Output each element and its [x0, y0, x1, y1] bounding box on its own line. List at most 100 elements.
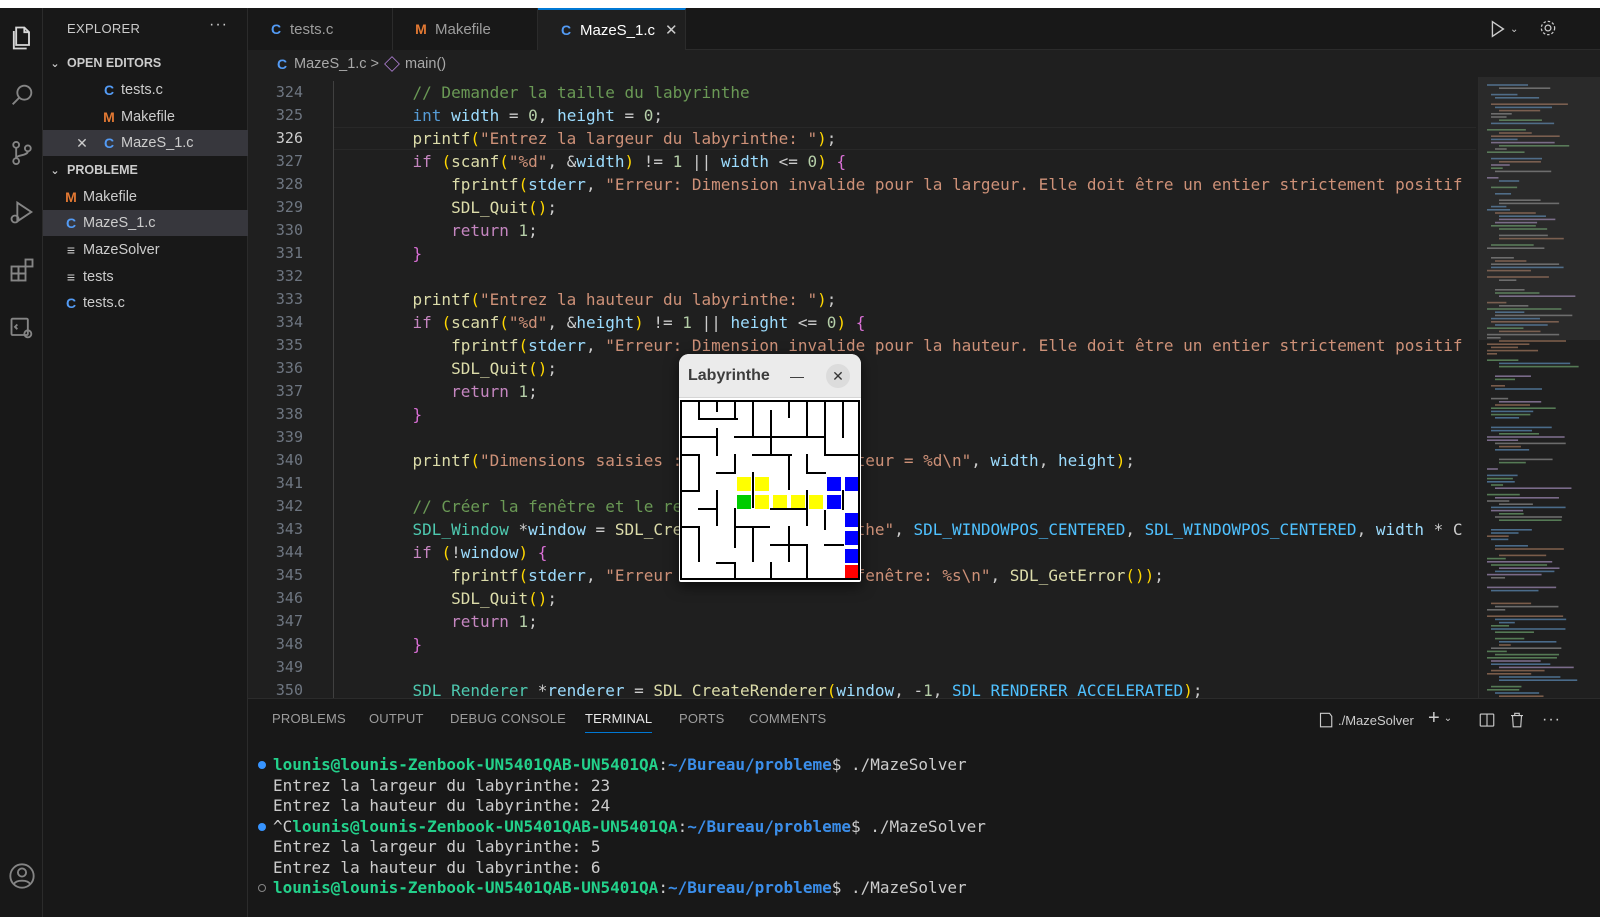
minimap-line: [1487, 561, 1553, 563]
tab-comments[interactable]: COMMENTS: [749, 711, 826, 726]
terminal-line: ^Clounis@lounis-Zenbook-UN5401QAB-UN5401…: [248, 817, 1600, 838]
tab-output[interactable]: OUTPUT: [369, 711, 424, 726]
code-editor[interactable]: 324 325 326 327 328 329 330 331 332 333 334 335 336 3…: [248, 77, 1600, 698]
close-button[interactable]: ✕: [826, 364, 850, 388]
chevron-down-icon: ⌄: [50, 164, 60, 177]
command-text: ./MazeSolver: [841, 878, 967, 897]
code-line[interactable]: SDL_Quit();: [374, 357, 1479, 380]
folder-section[interactable]: ⌄ PROBLEME: [43, 159, 248, 181]
extensions-icon[interactable]: [0, 250, 43, 290]
code-line[interactable]: SDL_Quit();: [374, 587, 1479, 610]
code-line[interactable]: printf("Entrez la largeur du labyrinthe:…: [374, 127, 1479, 150]
maze-cell-visited: [827, 477, 841, 491]
remote-explorer-icon[interactable]: [0, 308, 43, 348]
open-editor-item[interactable]: C tests.c: [43, 77, 248, 103]
sdl-labyrinthe-window[interactable]: Labyrinthe — ✕: [679, 354, 861, 582]
code-line[interactable]: if (!window) {: [374, 541, 1479, 564]
tab-debug-console[interactable]: DEBUG CONSOLE: [450, 711, 566, 726]
code-line[interactable]: [374, 656, 1479, 679]
accounts-icon[interactable]: [0, 856, 43, 896]
file-item[interactable]: C tests.c: [43, 290, 248, 316]
run-debug-icon[interactable]: [0, 192, 43, 232]
minimap-line: [1491, 484, 1504, 486]
terminal-line: lounis@lounis-Zenbook-UN5401QAB-UN5401QA…: [248, 878, 1600, 899]
file-item[interactable]: C MazeS_1.c: [43, 210, 248, 236]
more-actions-icon[interactable]: ···: [209, 16, 228, 34]
maze-wall: [788, 526, 790, 562]
file-item[interactable]: ≡ MazeSolver: [43, 237, 248, 263]
code-line[interactable]: [374, 472, 1479, 495]
settings-button[interactable]: [1538, 18, 1558, 38]
minimize-button[interactable]: —: [785, 364, 809, 388]
code-line[interactable]: // Créer la fenêtre et le rendu: [374, 495, 1479, 518]
sdl-titlebar[interactable]: Labyrinthe — ✕: [679, 354, 861, 398]
code-line[interactable]: SDL_Window *window = SDL_CreateWindow("L…: [374, 518, 1479, 541]
open-editor-item[interactable]: ✕ C MazeS_1.c: [43, 130, 248, 156]
breadcrumb-symbol[interactable]: main(): [405, 56, 446, 72]
file-item[interactable]: ≡ tests: [43, 264, 248, 290]
explorer-icon[interactable]: [0, 18, 43, 58]
line-number: 334: [275, 313, 303, 331]
minimap-line: [1487, 673, 1532, 675]
maze-cell-start: [737, 495, 751, 509]
prompt-path: ~/Bureau/probleme: [687, 816, 851, 836]
panel-more-icon[interactable]: ···: [1542, 711, 1561, 729]
file-item[interactable]: M Makefile: [43, 184, 248, 210]
line-number: 331: [275, 244, 303, 262]
code-line[interactable]: printf("Dimensions saisies : largeur = %…: [374, 449, 1479, 472]
new-terminal-button[interactable]: + ⌄: [1428, 708, 1452, 728]
line-number: 333: [275, 290, 303, 308]
code-area[interactable]: // Demander la taille du labyrinthe int …: [374, 81, 1479, 698]
code-line[interactable]: return 1;: [374, 610, 1479, 633]
close-tab-icon[interactable]: ✕: [665, 21, 678, 39]
source-control-icon[interactable]: [0, 133, 43, 173]
close-editor-icon[interactable]: ✕: [73, 135, 91, 152]
code-line[interactable]: SDL_Quit();: [374, 196, 1479, 219]
kill-terminal-button[interactable]: [1508, 711, 1526, 729]
maze-wall: [734, 400, 736, 420]
code-line[interactable]: // Demander la taille du labyrinthe: [374, 81, 1479, 104]
tab-mazes-1-c[interactable]: C MazeS_1.c ✕: [538, 8, 686, 50]
code-line[interactable]: fprintf(stderr, "Erreur: Dimension inval…: [374, 173, 1479, 196]
code-line[interactable]: }: [374, 403, 1479, 426]
tab-tests-c[interactable]: C tests.c: [248, 8, 393, 50]
code-line[interactable]: [374, 426, 1479, 449]
line-number: 339: [275, 428, 303, 446]
open-editor-item[interactable]: M Makefile: [43, 104, 248, 130]
maze-wall: [752, 454, 792, 456]
code-line[interactable]: if (scanf("%d", &height) != 1 || height …: [374, 311, 1479, 334]
code-line[interactable]: SDL_Renderer *renderer = SDL_CreateRende…: [374, 679, 1479, 698]
minimap-line: [1487, 557, 1506, 560]
run-button[interactable]: ⌄: [1486, 18, 1518, 40]
code-line[interactable]: return 1;: [374, 219, 1479, 242]
minimap[interactable]: [1478, 77, 1600, 698]
code-line[interactable]: }: [374, 242, 1479, 265]
gear-icon: [1540, 20, 1556, 36]
code-line[interactable]: if (scanf("%d", &width) != 1 || width <=…: [374, 150, 1479, 173]
search-icon[interactable]: [0, 75, 43, 115]
split-terminal-button[interactable]: [1478, 711, 1496, 729]
minimap-line: [1487, 609, 1506, 611]
code-line[interactable]: int width = 0, height = 0;: [374, 104, 1479, 127]
tab-problems[interactable]: PROBLEMS: [272, 711, 346, 726]
breadcrumb-file[interactable]: MazeS_1.c: [294, 56, 367, 72]
maze-wall: [716, 400, 718, 412]
code-line[interactable]: return 1;: [374, 380, 1479, 403]
breadcrumb: C MazeS_1.c > main(): [248, 50, 1600, 77]
code-line[interactable]: fprintf(stderr, "Erreur: Dimension inval…: [374, 334, 1479, 357]
code-line[interactable]: }: [374, 633, 1479, 656]
maze-cell-path: [809, 495, 823, 509]
tab-terminal[interactable]: TERMINAL: [585, 711, 653, 733]
code-line[interactable]: [374, 265, 1479, 288]
minimap-line: [1491, 564, 1548, 566]
minimap-line: [1487, 343, 1530, 345]
minimap-slider[interactable]: [1479, 77, 1600, 340]
terminal-selector[interactable]: ./MazeSolver: [1316, 711, 1414, 729]
minimap-line: [1491, 625, 1510, 627]
terminal-output[interactable]: lounis@lounis-Zenbook-UN5401QAB-UN5401QA…: [248, 755, 1600, 899]
code-line[interactable]: printf("Entrez la hauteur du labyrinthe:…: [374, 288, 1479, 311]
open-editors-section[interactable]: ⌄ OPEN EDITORS: [43, 52, 248, 74]
tab-ports[interactable]: PORTS: [679, 711, 725, 726]
tab-makefile[interactable]: M Makefile: [393, 8, 538, 50]
code-line[interactable]: fprintf(stderr, "Erreur de création de l…: [374, 564, 1479, 587]
